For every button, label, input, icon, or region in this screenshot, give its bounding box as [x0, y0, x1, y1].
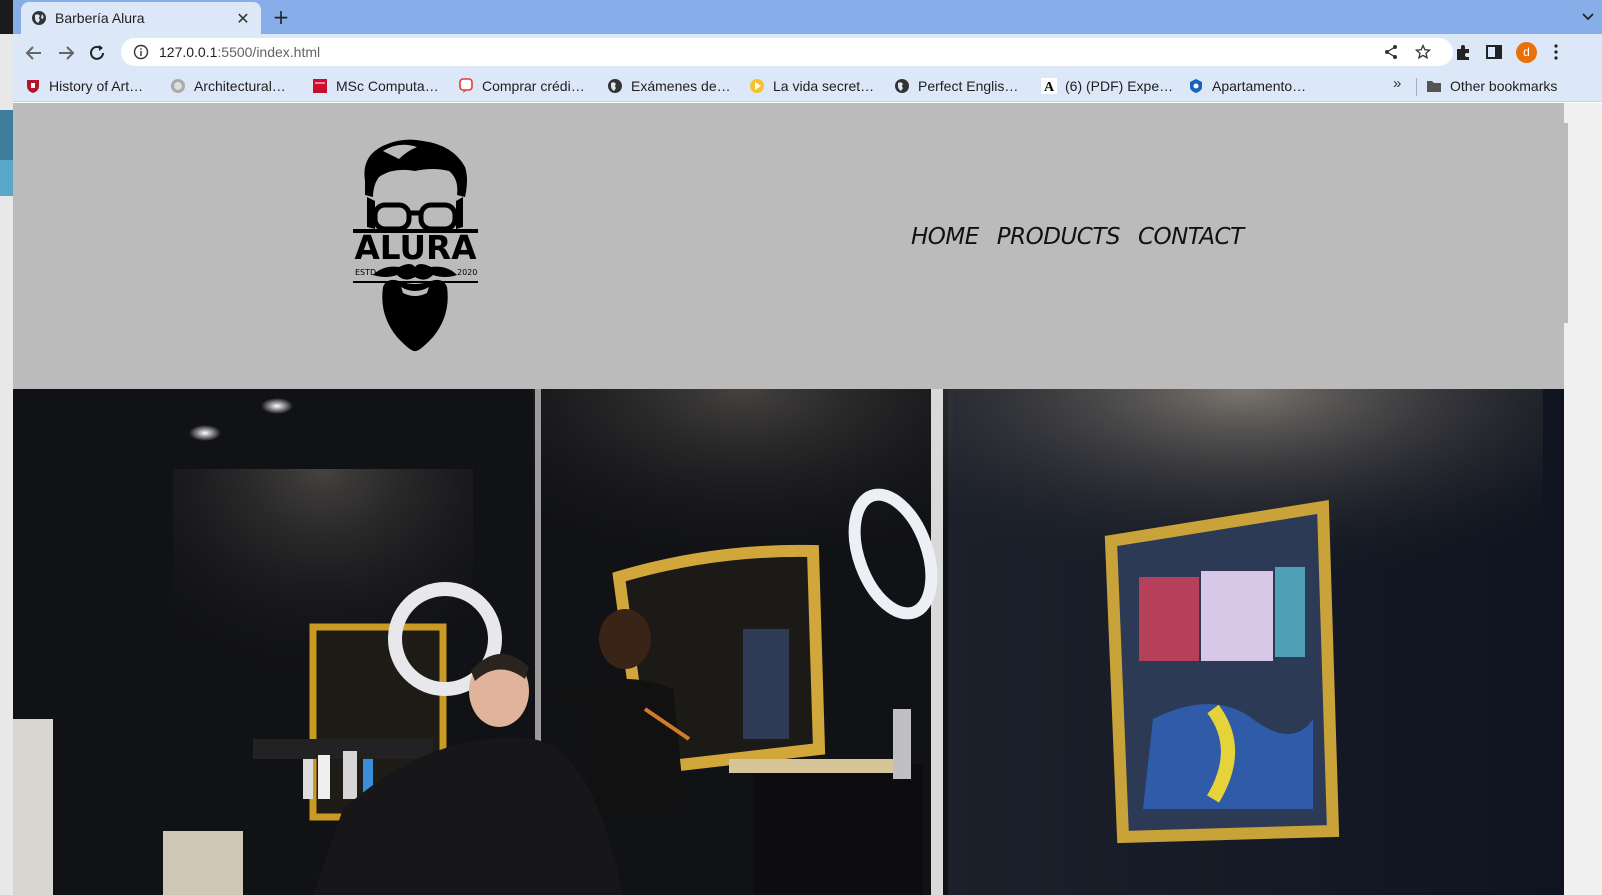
adjacent-window-edge [0, 0, 13, 895]
main-nav: HOME PRODUCTS CONTACT [911, 224, 1244, 250]
nav-link-contact[interactable]: CONTACT [1138, 224, 1244, 250]
bookmark-label: (6) (PDF) Expe… [1065, 78, 1174, 94]
bookmark-item[interactable]: History of Art… [25, 76, 143, 96]
logo-right-caption: 2020 [457, 268, 477, 277]
bookmark-label: Comprar crédi… [482, 78, 585, 94]
bookmark-item[interactable]: Architectural… [170, 76, 286, 96]
bookmark-label: La vida secret… [773, 78, 875, 94]
bookmark-item[interactable]: La vida secret… [749, 76, 874, 96]
logo-left-caption: ESTD [355, 268, 376, 277]
barbershop-photo [13, 389, 1564, 895]
other-bookmarks-label: Other bookmarks [1450, 78, 1558, 94]
globe-icon [32, 11, 46, 25]
page-scrollbar[interactable] [1564, 103, 1602, 895]
globe-icon [608, 79, 622, 93]
bookmark-star-icon[interactable] [1415, 44, 1431, 60]
adjacent-window-accent-light [0, 160, 13, 196]
browser-toolbar: 127.0.0.1:5500/index.html d [13, 34, 1602, 70]
bookmark-label: History of Art… [49, 78, 144, 94]
chat-icon [459, 78, 473, 93]
url-text: 127.0.0.1:5500/index.html [159, 44, 320, 60]
bookmark-item[interactable]: Exámenes de… [607, 76, 731, 96]
info-icon[interactable] [133, 44, 149, 60]
shield-icon [27, 80, 39, 93]
pin-icon [1190, 79, 1202, 93]
other-bookmarks-folder[interactable]: Other bookmarks [1426, 76, 1557, 96]
svg-text:A: A [1044, 80, 1055, 94]
reload-icon[interactable] [86, 42, 108, 64]
back-arrow-icon[interactable] [23, 42, 45, 64]
globe-icon [895, 79, 909, 93]
bookmark-label: Apartamento… [1212, 78, 1307, 94]
bookmark-label: MSc Computa… [336, 78, 439, 94]
extensions-puzzle-icon[interactable] [1453, 42, 1473, 62]
browser-tab[interactable]: Barbería Alura ✕ [21, 2, 261, 34]
alura-barber-logo[interactable]: ESTD 2020 ALURA [353, 137, 478, 352]
bookmark-item[interactable]: A (6) (PDF) Expe… [1041, 76, 1173, 96]
url-host: 127.0.0.1 [159, 44, 218, 60]
bookmark-label: Exámenes de… [631, 78, 731, 94]
forward-arrow-icon[interactable] [55, 42, 77, 64]
url-path: :5500/index.html [217, 44, 321, 60]
close-tab-button[interactable]: ✕ [235, 9, 251, 28]
profile-avatar[interactable]: d [1516, 42, 1537, 63]
nav-link-home[interactable]: HOME [911, 224, 979, 250]
bookmarks-divider [1416, 78, 1417, 96]
tab-strip: Barbería Alura ✕ + [13, 0, 1602, 34]
bookmark-label: Architectural… [194, 78, 286, 94]
share-icon[interactable] [1383, 44, 1399, 60]
address-bar[interactable]: 127.0.0.1:5500/index.html [121, 38, 1453, 66]
tab-title: Barbería Alura [55, 10, 145, 26]
scrollbar-thumb[interactable] [1564, 123, 1568, 323]
new-tab-button[interactable]: + [269, 6, 293, 30]
bookmark-label: Perfect Englis… [918, 78, 1019, 94]
bookmark-item[interactable]: Apartamento… [1188, 76, 1306, 96]
side-panel-icon[interactable] [1484, 42, 1504, 62]
logo-wordmark: ALURA [355, 228, 477, 267]
more-bookmarks-button[interactable]: » [1393, 75, 1401, 92]
hero-image [13, 389, 1564, 895]
site-header: ESTD 2020 ALURA HOME PRODUCTS CONTACT [13, 103, 1564, 389]
play-icon [750, 79, 764, 93]
bookmark-item[interactable]: MSc Computa… [312, 76, 439, 96]
more-menu-icon[interactable] [1553, 43, 1559, 61]
chevron-down-icon[interactable] [1580, 8, 1596, 24]
bookmarks-bar: History of Art… Architectural… MSc Compu… [13, 70, 1602, 102]
bookmark-item[interactable]: Comprar crédi… [458, 76, 585, 96]
page-viewport: ESTD 2020 ALURA HOME PRODUCTS CONTACT [13, 103, 1564, 895]
adjacent-window-accent [0, 110, 13, 160]
nav-link-products[interactable]: PRODUCTS [997, 224, 1121, 250]
folder-icon [1427, 81, 1441, 92]
letter-a-icon: A [1041, 78, 1057, 94]
book-icon [313, 79, 327, 93]
gear-badge-icon [171, 79, 185, 93]
bookmark-item[interactable]: Perfect Englis… [894, 76, 1018, 96]
adjacent-window-top [0, 0, 13, 34]
